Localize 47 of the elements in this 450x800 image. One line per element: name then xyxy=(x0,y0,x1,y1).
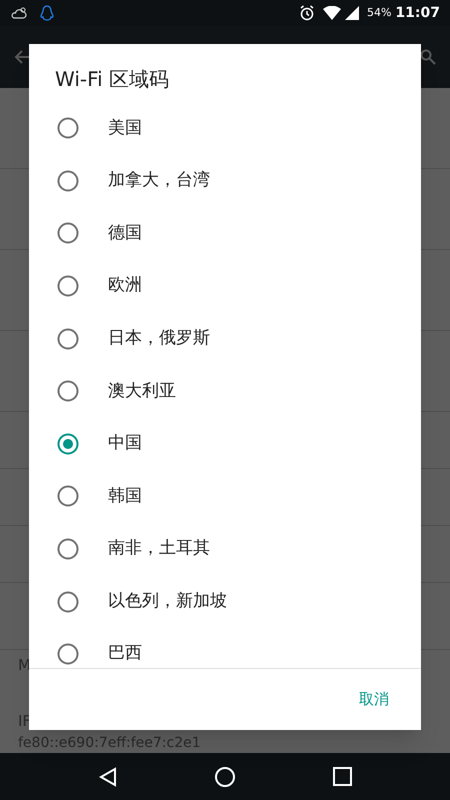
option-label: 日本，俄罗斯 xyxy=(108,326,210,350)
back-icon[interactable] xyxy=(98,766,116,786)
radio-option[interactable]: 韩国 xyxy=(29,470,421,523)
radio-button[interactable] xyxy=(57,485,79,508)
radio-button[interactable] xyxy=(57,275,79,298)
signal-icon xyxy=(344,6,359,20)
radio-option[interactable]: 德国 xyxy=(29,207,421,260)
option-label: 中国 xyxy=(108,432,142,456)
radio-button[interactable] xyxy=(57,117,79,140)
radio-button[interactable] xyxy=(57,222,79,244)
clock-text: 11:07 xyxy=(395,4,440,22)
option-label: 南非，土耳其 xyxy=(108,537,210,560)
option-label: 德国 xyxy=(108,222,142,245)
radio-button[interactable] xyxy=(57,328,79,350)
option-label: 美国 xyxy=(108,116,142,140)
battery-text: 54% xyxy=(366,4,392,21)
radio-option[interactable]: 欧洲 xyxy=(29,260,421,312)
radio-button[interactable] xyxy=(57,590,79,613)
option-label: 韩国 xyxy=(108,484,142,508)
radio-option[interactable]: 美国 xyxy=(29,102,421,155)
recents-icon[interactable] xyxy=(332,767,352,786)
radio-option[interactable]: 巴西 xyxy=(29,628,421,668)
radio-button[interactable] xyxy=(57,643,79,666)
radio-option[interactable]: 澳大利亚 xyxy=(29,364,421,418)
option-label: 澳大利亚 xyxy=(108,380,176,403)
radio-button[interactable] xyxy=(57,538,79,560)
radio-button[interactable] xyxy=(57,432,79,455)
home-icon[interactable] xyxy=(214,766,236,788)
penguin-icon xyxy=(40,5,54,21)
wifi-icon xyxy=(322,6,341,20)
option-label: 欧洲 xyxy=(108,274,142,298)
radio-option[interactable]: 日本，俄罗斯 xyxy=(29,312,421,365)
radio-option[interactable]: 中国 xyxy=(29,418,421,470)
cancel-button[interactable]: 取消 xyxy=(349,682,399,717)
radio-button[interactable] xyxy=(57,170,79,192)
back-arrow-icon[interactable] xyxy=(14,49,30,65)
alarm-icon xyxy=(298,5,315,21)
dialog-title: Wi-Fi 区域码 xyxy=(54,66,170,93)
weather-icon xyxy=(10,6,28,20)
search-icon[interactable] xyxy=(420,49,436,65)
option-label: 以色列，新加坡 xyxy=(108,590,227,613)
radio-option[interactable]: 加拿大，台湾 xyxy=(29,154,421,208)
option-label: 巴西 xyxy=(108,642,142,666)
radio-option[interactable]: 以色列，新加坡 xyxy=(29,575,421,628)
option-label: 加拿大，台湾 xyxy=(108,169,210,192)
radio-button[interactable] xyxy=(57,380,79,402)
radio-option[interactable]: 南非，土耳其 xyxy=(29,522,421,576)
